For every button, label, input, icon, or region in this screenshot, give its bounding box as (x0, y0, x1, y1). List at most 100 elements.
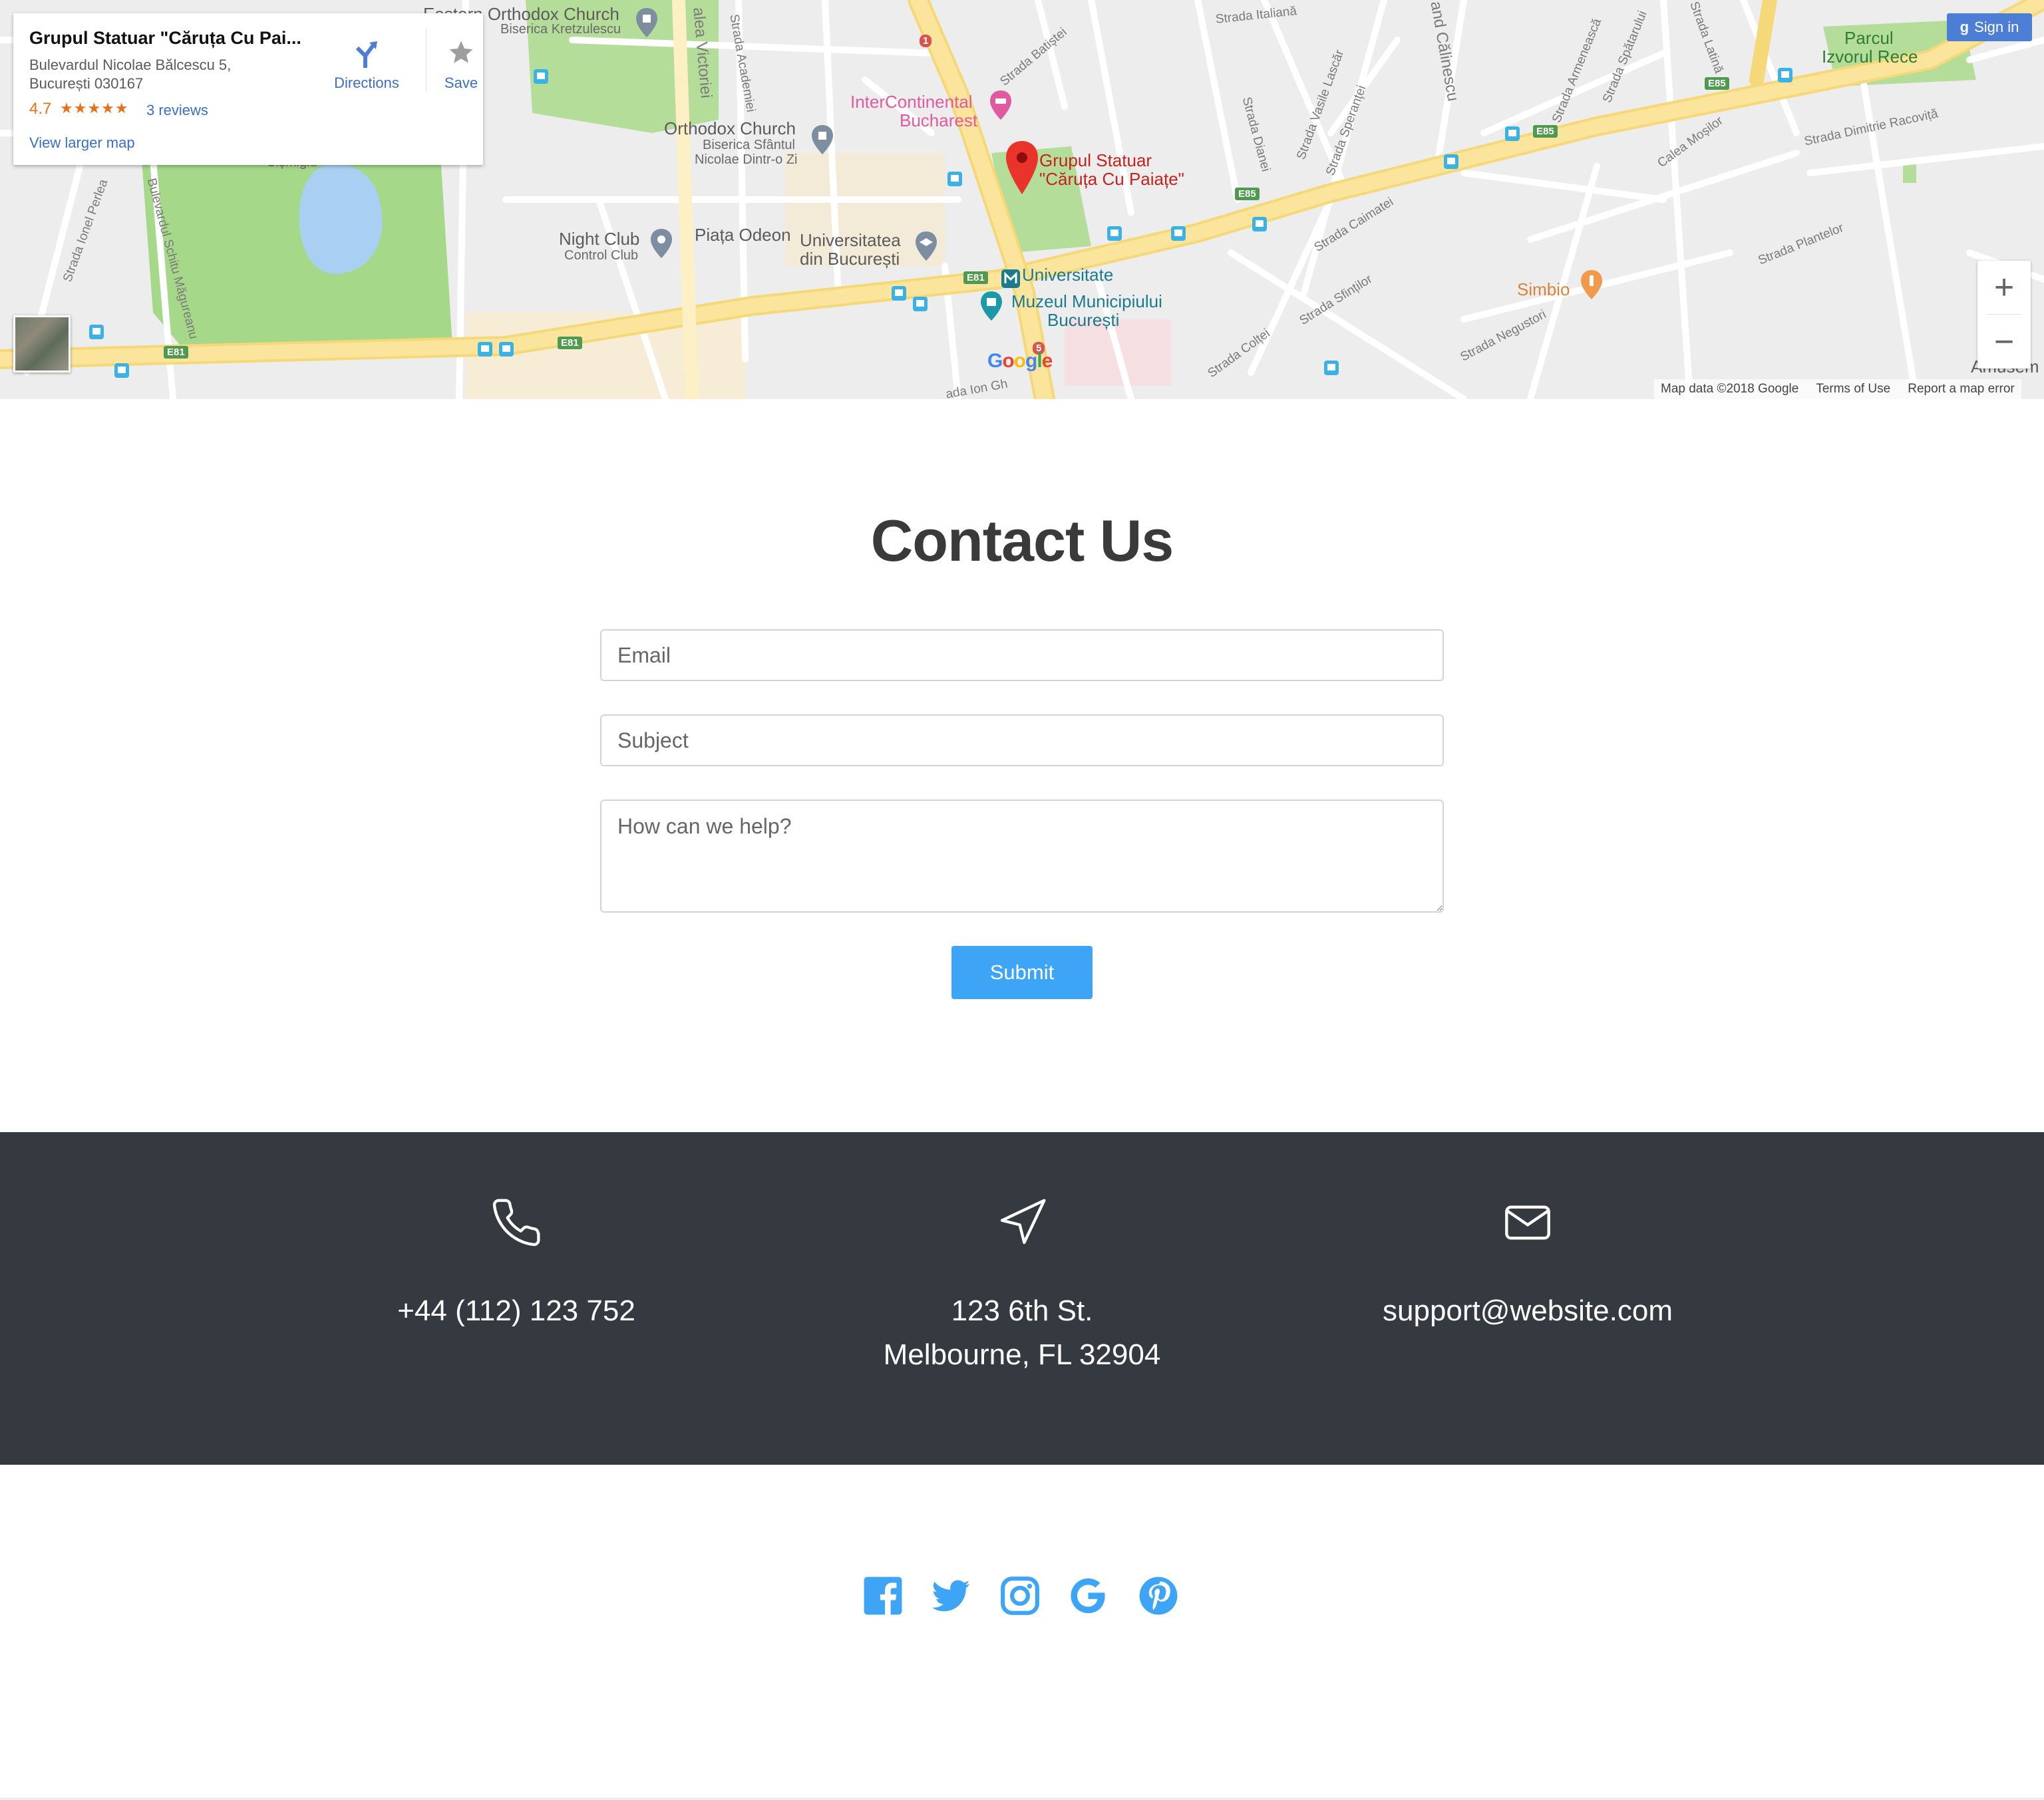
zoom-controls: + − (1977, 261, 2031, 369)
phone-number: +44 (112) 123 752 (397, 1294, 635, 1327)
view-larger-map-link[interactable]: View larger map (29, 134, 135, 152)
page-title: Contact Us (870, 508, 1174, 573)
bus-stop-icon (947, 172, 962, 186)
divider (0, 1797, 2044, 1800)
map-label: Bucharest (900, 110, 978, 130)
road-badge: E85 (1235, 188, 1260, 200)
address-line: 123 6th St. (951, 1294, 1093, 1327)
road-badge: E85 (1705, 77, 1729, 90)
directions-icon (355, 41, 377, 68)
directions-label: Directions (334, 75, 399, 91)
bus-stop-icon (1171, 226, 1186, 241)
bus-stop-icon (114, 363, 129, 378)
map-label: Control Club (564, 248, 639, 263)
contact-info-band: +44 (112) 123 752 123 6th St. Melbourne,… (0, 1132, 2044, 1465)
hotel-pin-icon[interactable] (987, 89, 1014, 121)
mail-icon (1505, 1205, 1550, 1240)
map-label: Universitatea (800, 230, 901, 250)
directions-button[interactable]: Directions (317, 25, 417, 98)
map-label: Izvorul Rece (1822, 47, 1918, 67)
message-field[interactable] (600, 800, 1444, 913)
map-label: Grupul Statuar (1039, 150, 1152, 170)
submit-button[interactable]: Submit (951, 946, 1093, 999)
email-field[interactable] (600, 629, 1444, 681)
road-badge: E81 (963, 271, 988, 284)
road-badge: E85 (1533, 125, 1558, 138)
bus-stop-icon (1107, 226, 1122, 241)
university-pin-icon[interactable] (913, 230, 939, 262)
map-label: Nicolae Dintr-o Zi (695, 152, 798, 167)
map-label: din București (800, 249, 900, 269)
address-line: Melbourne, FL 32904 (883, 1338, 1161, 1371)
bus-stop-icon (1324, 361, 1339, 375)
church-pin-icon[interactable] (633, 7, 660, 39)
reviews-link[interactable]: 3 reviews (146, 102, 208, 119)
address-line: Bulevardul Nicolae Bălcescu 5, (29, 57, 232, 73)
bus-stop-icon (1505, 126, 1520, 141)
road-badge: E81 (558, 337, 582, 349)
location-marker-icon[interactable] (1003, 140, 1041, 196)
map-label: București (1047, 310, 1120, 330)
email-address: support@website.com (1383, 1294, 1673, 1327)
sign-in-button[interactable]: g Sign in (1947, 13, 2032, 41)
map-label: Night Club (559, 229, 640, 249)
report-error-link[interactable]: Report a map error (1908, 382, 2015, 396)
map-label: Muzeul Municipiului (1011, 291, 1162, 311)
satellite-toggle[interactable] (13, 315, 71, 373)
map-label: Parcul (1844, 28, 1894, 48)
place-pin-icon[interactable] (648, 227, 675, 259)
facebook-icon[interactable] (862, 1575, 904, 1616)
bus-stop-icon (534, 69, 548, 84)
bus-stop-icon (499, 342, 514, 357)
museum-pin-icon[interactable] (978, 290, 1005, 322)
bus-stop-icon (1252, 217, 1267, 231)
divider (1987, 314, 2021, 315)
church-pin-icon[interactable] (809, 124, 836, 156)
phone-icon (492, 1199, 540, 1247)
phone-column: +44 (112) 123 752 (263, 1132, 769, 1465)
google-map[interactable]: Eastern Orthodox Church Biserica Kretzul… (0, 0, 2044, 399)
bus-stop-icon (913, 297, 928, 311)
google-logo: Google (987, 350, 1053, 372)
place-address: Bulevardul Nicolae Bălcescu 5, București… (29, 56, 282, 93)
zoom-in-button[interactable]: + (1977, 261, 2031, 314)
rating-value: 4.7 (29, 100, 52, 118)
twitter-icon[interactable] (930, 1575, 971, 1616)
google-plus-icon: g (1959, 19, 1969, 35)
place-info-card: Grupul Statuar "Căruța Cu Pai... Bulevar… (13, 13, 483, 165)
address-column: 123 6th St. Melbourne, FL 32904 (769, 1132, 1275, 1465)
restaurant-pin-icon[interactable] (1578, 269, 1605, 301)
instagram-icon[interactable] (999, 1575, 1041, 1616)
rating-stars: ★★★★★ (60, 100, 129, 116)
star-icon (449, 41, 473, 63)
zoom-out-button[interactable]: − (1977, 315, 2031, 369)
map-label: Simbio (1517, 279, 1570, 299)
bus-stop-icon (1444, 154, 1458, 169)
google-icon[interactable] (1067, 1575, 1108, 1616)
metro-icon (1001, 269, 1020, 288)
place-title: Grupul Statuar "Căruța Cu Pai... (29, 28, 301, 48)
terms-link[interactable]: Terms of Use (1816, 382, 1890, 396)
road-badge: 1 (920, 35, 932, 47)
bus-stop-icon (478, 342, 492, 357)
address: 123 6th St. Melbourne, FL 32904 (769, 1289, 1275, 1377)
pinterest-icon[interactable] (1138, 1575, 1179, 1616)
bus-stop-icon (892, 286, 906, 301)
bus-stop-icon (1778, 68, 1792, 82)
map-label: Orthodox Church (664, 118, 796, 138)
map-label: "Căruța Cu Paiațe" (1039, 169, 1184, 189)
subject-field[interactable] (600, 714, 1444, 766)
map-label: Biserica Sfântul (703, 138, 795, 152)
map-data-text: Map data ©2018 Google (1661, 382, 1799, 396)
map-attribution: Map data ©2018 Google Terms of Use Repor… (1654, 379, 2021, 399)
map-label: Piața Odeon (695, 225, 791, 245)
save-button[interactable]: Save (431, 25, 491, 98)
sign-in-label: Sign in (1974, 19, 2019, 35)
map-label: InterContinental (850, 92, 973, 112)
save-label: Save (444, 75, 478, 91)
map-label: Universitate (1022, 265, 1114, 285)
address-line: București 030167 (29, 75, 144, 92)
navigation-icon (1000, 1199, 1046, 1245)
road-badge: E81 (164, 346, 188, 359)
map-label: Biserica Kretzulescu (500, 22, 621, 37)
